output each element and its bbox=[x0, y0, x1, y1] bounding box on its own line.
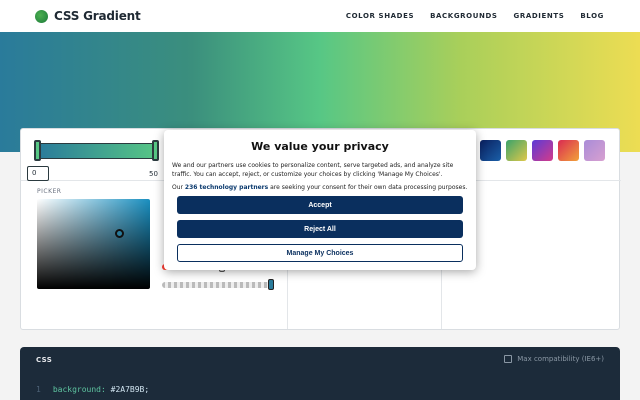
partners-prefix: Our bbox=[172, 184, 185, 191]
partners-suffix: are seeking your consent for their own d… bbox=[268, 184, 468, 191]
consent-dialog: We value your privacy We and our partner… bbox=[164, 130, 476, 270]
consent-title: We value your privacy bbox=[251, 140, 389, 153]
consent-body: We and our partners use cookies to perso… bbox=[172, 162, 454, 178]
partners-link[interactable]: 236 technology partners bbox=[185, 184, 268, 191]
consent-partners-text: Our 236 technology partners are seeking … bbox=[172, 183, 468, 192]
reject-all-button[interactable]: Reject All bbox=[177, 220, 463, 238]
manage-choices-button[interactable]: Manage My Choices bbox=[177, 244, 463, 262]
accept-button[interactable]: Accept bbox=[177, 196, 463, 214]
